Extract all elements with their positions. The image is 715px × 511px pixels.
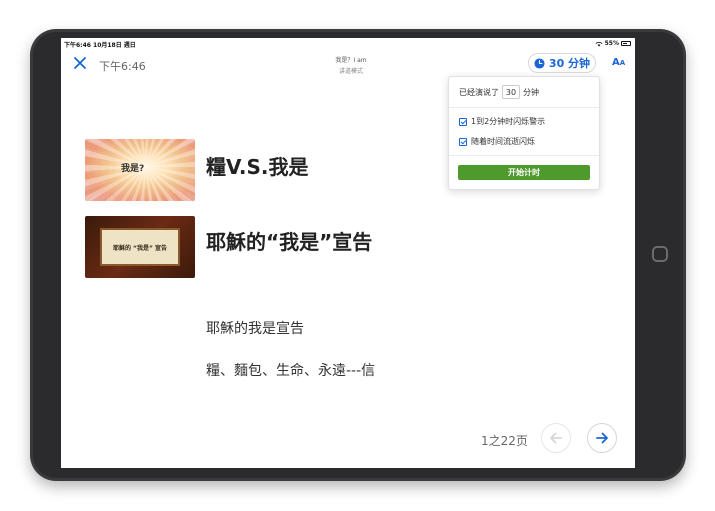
thumbnail-2-paper: 耶穌的 “我是” 宣告 — [100, 228, 180, 266]
thumbnail-1-text: 我是? — [121, 164, 145, 174]
start-timer-button[interactable]: 开始计时 — [458, 165, 590, 180]
presentation-title: 我是？I am 讲道模式 — [301, 55, 401, 75]
flash-warning-checkbox[interactable] — [459, 117, 467, 126]
popover-divider — [449, 107, 599, 108]
slide-thumbnail-2: 耶穌的 “我是” 宣告 — [85, 216, 195, 278]
font-size-big: A — [612, 57, 620, 68]
battery-percent: 55% — [604, 40, 619, 47]
timer-popover: 已经演说了 分钟 1到2分钟时闪烁警示 随着时间流逝闪烁 开始计时 — [448, 76, 600, 190]
slide-thumbnail-1: 我是? — [85, 139, 195, 201]
slide-line-2: 糧、麵包、生命、永遠---信 — [206, 363, 376, 379]
timer-label: 30 分钟 — [548, 57, 591, 70]
status-time-date: 下午6:46 10月18日 週日 — [64, 42, 136, 49]
next-page-button[interactable] — [587, 423, 617, 453]
minutes-row: 已经演说了 分钟 — [459, 85, 539, 99]
slide-heading-1: 糧V.S.我是 — [206, 155, 309, 179]
page-indicator: 1之22页 — [481, 434, 528, 448]
timer-button[interactable]: 30 分钟 — [528, 53, 596, 73]
title-mode: 讲道模式 — [338, 68, 363, 75]
title-main: 我是？I am — [335, 57, 367, 64]
status-right: 55% — [595, 40, 631, 47]
close-icon[interactable] — [73, 56, 87, 70]
minutes-input[interactable] — [502, 85, 520, 99]
minutes-unit: 分钟 — [523, 87, 539, 97]
already-said-label: 已经演说了 — [459, 87, 499, 97]
arrow-right-icon — [596, 432, 608, 444]
slide-line-1: 耶穌的我是宣告 — [206, 321, 304, 337]
flash-overtime-label: 随着时间流逝闪烁 — [471, 137, 535, 146]
clock-icon — [534, 57, 545, 69]
arrow-left-icon — [550, 432, 562, 444]
thumbnail-2-text: 耶穌的 “我是” 宣告 — [112, 244, 168, 252]
battery-icon — [621, 41, 631, 46]
flash-overtime-checkbox[interactable] — [459, 137, 467, 146]
current-time: 下午6:46 — [99, 60, 146, 73]
home-button[interactable] — [652, 246, 668, 262]
previous-page-button[interactable] — [541, 423, 571, 453]
font-size-small: A — [619, 59, 626, 67]
screen: 下午6:46 10月18日 週日 55% 下午6:46 我是？I am 讲道模式… — [61, 38, 635, 468]
flash-warning-option[interactable]: 1到2分钟时闪烁警示 — [459, 116, 545, 127]
slide-heading-2: 耶穌的“我是”宣告 — [206, 230, 373, 254]
font-size-button[interactable]: AA — [612, 57, 625, 68]
popover-divider — [449, 155, 599, 156]
wifi-icon — [595, 41, 602, 46]
flash-warning-label: 1到2分钟时闪烁警示 — [471, 117, 546, 126]
flash-overtime-option[interactable]: 随着时间流逝闪烁 — [459, 136, 535, 147]
status-bar: 下午6:46 10月18日 週日 55% — [61, 38, 635, 50]
